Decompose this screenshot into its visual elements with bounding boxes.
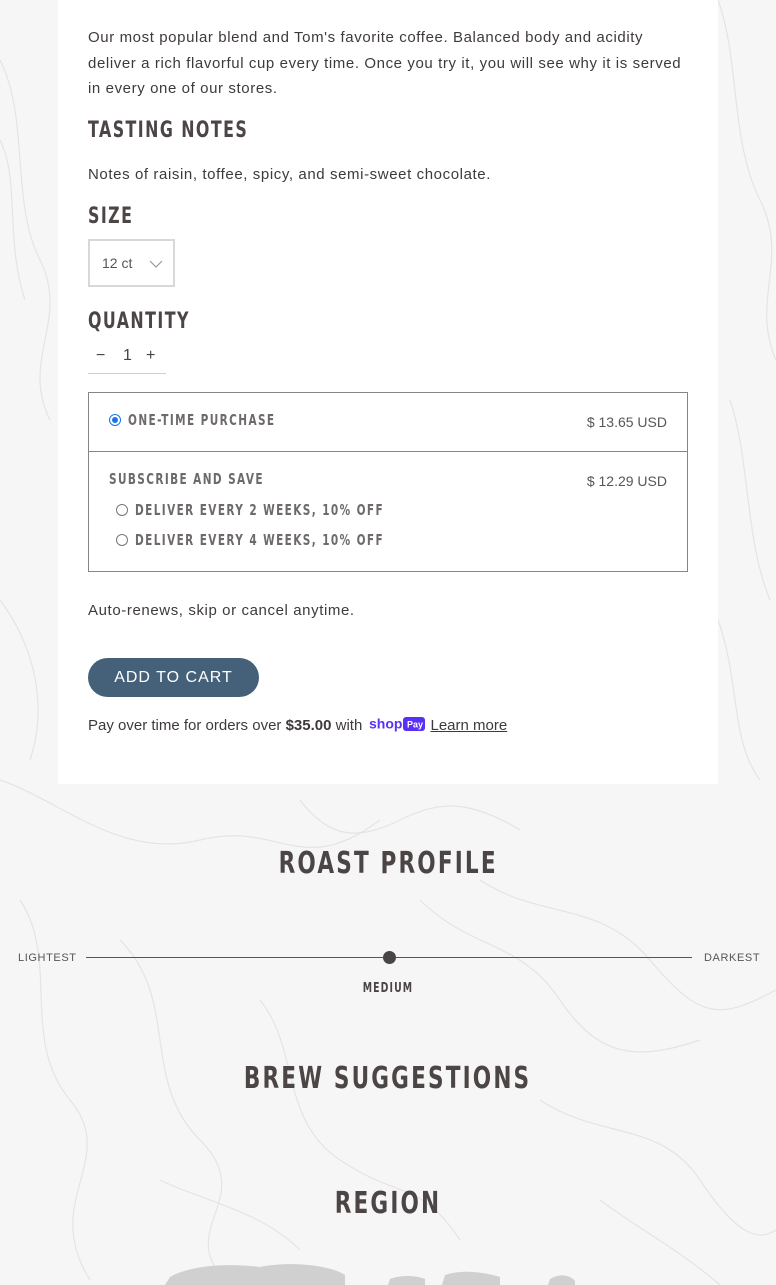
region-title: REGION <box>334 1186 442 1221</box>
svg-text:shop: shop <box>369 716 402 732</box>
roast-level-label: MEDIUM <box>362 981 414 996</box>
size-select-value: 12 ct <box>102 255 133 271</box>
product-card: Our most popular blend and Tom's favorit… <box>58 0 718 784</box>
quantity-stepper: − 1 + <box>88 343 166 374</box>
deliver-4-weeks-radio[interactable] <box>116 534 128 546</box>
size-select[interactable]: 12 ct <box>88 239 175 287</box>
deliver-2-weeks-label[interactable]: DELIVER EVERY 2 WEEKS, 10% OFF <box>135 501 384 519</box>
installments-threshold: $35.00 <box>285 716 332 734</box>
shop-pay-logo: shop Pay <box>369 716 426 736</box>
one-time-purchase-label: ONE-TIME PURCHASE <box>128 411 276 429</box>
one-time-purchase-radio[interactable] <box>109 414 121 426</box>
tasting-notes-heading: TASTING NOTES <box>88 118 249 143</box>
roast-level-marker <box>382 951 396 964</box>
size-heading: SIZE <box>88 204 134 229</box>
tasting-notes-text: Notes of raisin, toffee, spicy, and semi… <box>88 166 491 183</box>
deliver-4-weeks-label[interactable]: DELIVER EVERY 4 WEEKS, 10% OFF <box>135 531 384 549</box>
purchase-options: ONE-TIME PURCHASE $ 13.65 USD SUBSCRIBE … <box>88 392 688 572</box>
installments-message: Pay over time for orders over $35.00 wit… <box>88 716 507 736</box>
chevron-down-icon <box>149 260 163 268</box>
subscribe-price: $ 12.29 USD <box>586 473 667 489</box>
installments-prefix: Pay over time for orders over <box>88 716 286 734</box>
roast-lightest-label: LIGHTEST <box>18 952 77 964</box>
quantity-decrease-button[interactable]: − <box>96 347 105 365</box>
deliver-2-weeks-radio[interactable] <box>116 504 128 516</box>
installments-with: with <box>331 716 367 734</box>
quantity-input[interactable]: 1 <box>123 347 132 365</box>
roast-profile-title: ROAST PROFILE <box>278 846 498 881</box>
add-to-cart-button[interactable]: ADD TO CART <box>88 658 259 697</box>
roast-darkest-label: DARKEST <box>704 952 761 964</box>
svg-text:Pay: Pay <box>407 720 423 730</box>
one-time-purchase-row[interactable]: ONE-TIME PURCHASE $ 13.65 USD <box>89 393 687 452</box>
one-time-price: $ 13.65 USD <box>586 414 667 430</box>
quantity-heading: QUANTITY <box>88 309 190 334</box>
subscribe-and-save-label: SUBSCRIBE AND SAVE <box>109 470 264 488</box>
brew-suggestions-title: BREW SUGGESTIONS <box>244 1061 532 1096</box>
quantity-increase-button[interactable]: + <box>146 347 155 365</box>
region-map <box>165 1264 575 1285</box>
product-description: Our most popular blend and Tom's favorit… <box>88 29 682 97</box>
autorenew-note: Auto-renews, skip or cancel anytime. <box>88 602 355 619</box>
learn-more-link[interactable]: Learn more <box>430 717 507 734</box>
